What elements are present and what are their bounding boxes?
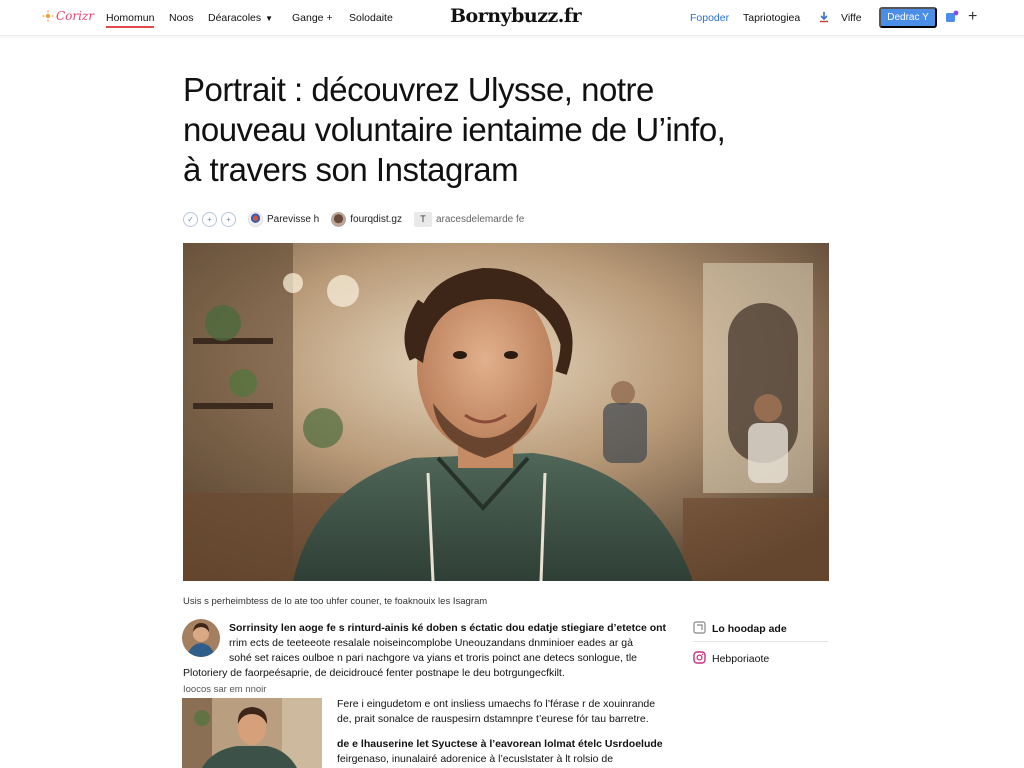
tag-link[interactable]: T aracesdelemarde fe [413,211,525,227]
download-icon[interactable] [816,9,832,25]
nav-link-subscribe[interactable]: Fopoder [690,12,729,24]
tag-label: aracesdelemarde fe [435,213,525,225]
share-icon[interactable]: + [202,211,217,227]
instagram-icon [693,651,706,667]
title-line: nouveau voluntaire ientaime de U’info, [183,111,726,148]
login-button[interactable]: Dedrac Y [879,7,937,28]
title-line: à travers son Instagram [183,151,519,188]
site-logo[interactable]: Corizr [42,9,94,23]
paragraph-line: feirgenaso, inunalairé adorenice à l’ecu… [337,753,614,765]
logo-text: Corizr [56,9,95,23]
article-meta: ✓ + + Parevisse h fourqdist.gz T aracesd… [183,210,536,228]
sun-icon [42,10,54,22]
sidebar-item-label: Lo hoodap ade [712,623,787,635]
article-paragraph: de e lhauserine let Syuctese à l’eavorea… [337,737,677,767]
site-brand[interactable]: Bornybuzz.fr [450,5,582,27]
sidebar-divider [693,641,828,642]
paragraph-line: de, prait sonalce de rauspesirn dstamnpr… [337,713,649,725]
sidebar-item-save[interactable]: Lo hoodap ade [693,621,787,637]
section-label: Ioocos sar em nnoir [183,684,267,695]
chevron-down-icon: ▼ [265,14,274,23]
top-navigation: Corizr Homomun Noos Déaracoles ▼ Gange + … [0,0,1024,36]
paragraph-line: sohé set raices oulboe n pari nachgore v… [229,652,637,664]
paragraph-line: Fere i eingudetom e ont insliess umaechs… [337,698,656,710]
inline-photo[interactable] [182,698,322,768]
paragraph-line: Sorrinsity len aoge fe s rinturd-ainis k… [229,622,667,634]
paragraph-line: Plotoriery de faorpeésaprie, de deicidro… [183,667,565,679]
nav-link-home[interactable]: Homomun [106,12,155,28]
nav-link-topics[interactable]: Tapriotogiea [743,12,800,24]
bookmark-icon [693,621,706,637]
hero-photo [183,243,829,581]
author-name: Parevisse h [267,213,320,225]
photo-caption: Usis s perheimbtess de lo ate too uhfer … [183,596,488,607]
nav-link-news[interactable]: Noos [169,12,194,24]
sidebar-item-instagram[interactable]: Hebporiaote [693,651,769,667]
article-intro-paragraph: Sorrinsity len aoge fe s rinturd-ainis k… [183,621,673,681]
author-avatar-icon [248,211,263,227]
paragraph-line: de e lhauserine let Syuctese à l’eavorea… [337,738,663,750]
nav-link-label: Déaracoles [208,12,262,24]
plus-icon[interactable]: + [968,8,977,26]
source-link[interactable]: fourqdist.gz [331,211,402,227]
tag-icon: T [413,211,432,227]
nav-link-city[interactable]: Viffe [841,12,862,24]
title-line: Portrait : découvrez Ulysse, notre [183,71,654,108]
nav-link-solidarity[interactable]: Solodaite [349,12,393,24]
nav-link-range[interactable]: Gange + [292,12,333,24]
sidebar-item-label: Hebporiaote [712,653,770,665]
source-name: fourqdist.gz [350,213,402,225]
paragraph-line: rrim ects de teeteeote resalale noiseinc… [229,637,633,649]
author-link[interactable]: Parevisse h [248,211,320,227]
source-avatar-icon [331,211,347,227]
nav-link-dropdown[interactable]: Déaracoles ▼ [208,12,273,24]
notification-icon[interactable] [944,9,960,25]
article-paragraph: Fere i eingudetom e ont insliess umaechs… [337,697,677,727]
check-icon[interactable]: ✓ [183,211,198,227]
add-icon[interactable]: + [221,211,236,227]
article-title: Portrait : découvrez Ulysse, notre nouve… [183,70,823,190]
